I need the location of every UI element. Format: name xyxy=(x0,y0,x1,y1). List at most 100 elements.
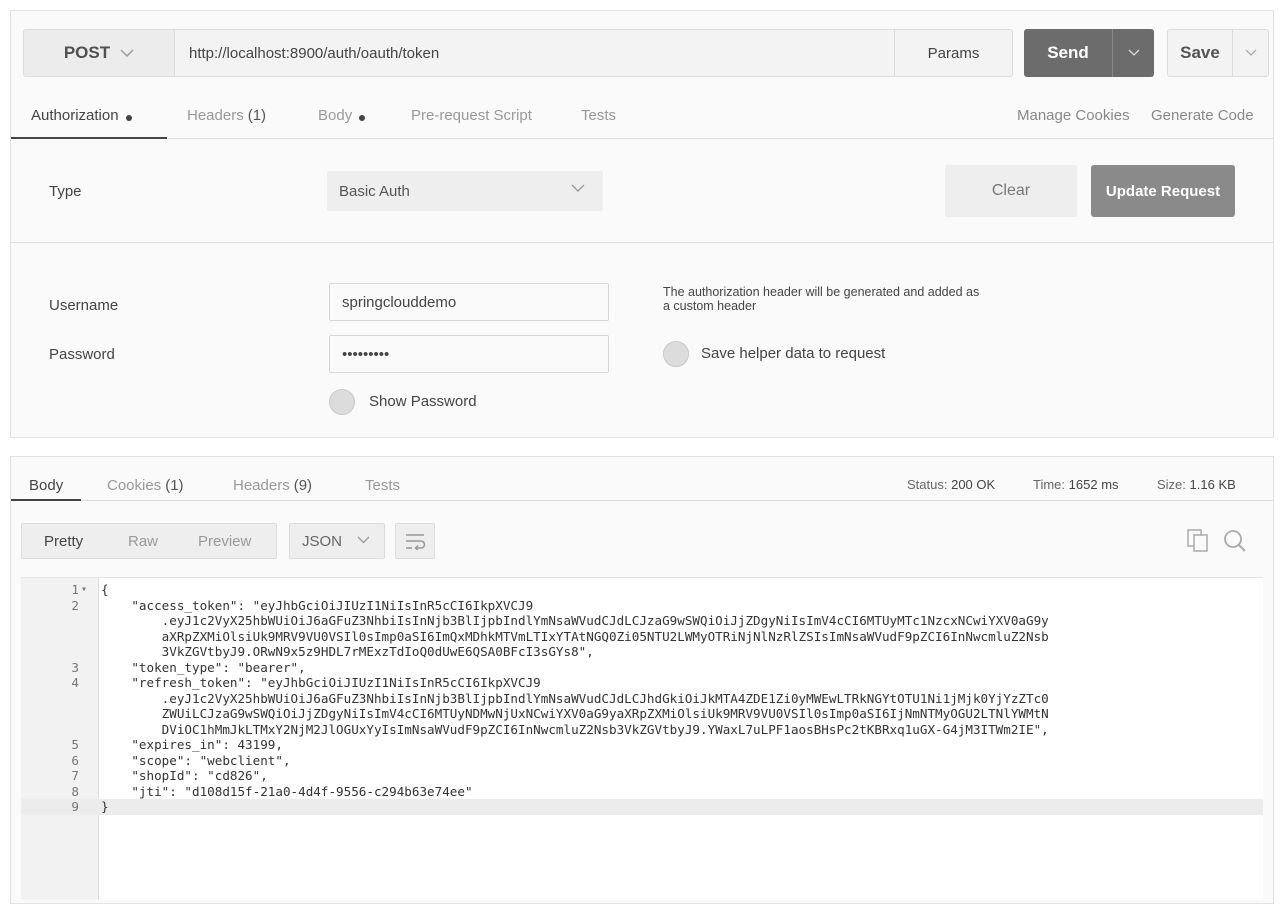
username-label: Username xyxy=(49,297,119,314)
save-helper-label: Save helper data to request xyxy=(701,345,886,362)
tab-count: (1) xyxy=(165,477,184,494)
send-label: Send xyxy=(1047,43,1089,62)
url-bar: POST http://localhost:8900/auth/oauth/to… xyxy=(23,29,1269,77)
code-text: .eyJ1c2VyX25hbWUiOiJ6aGFuZ3NhbiIsInNjb3B… xyxy=(101,690,1049,706)
tab-headers[interactable]: Headers (1) xyxy=(187,105,266,139)
time-label: Time: xyxy=(1033,477,1066,492)
helper-text: The authorization header will be generat… xyxy=(663,285,980,313)
code-text: "access_token": "eyJhbGciOiJIUzI1NiIsInR… xyxy=(101,597,534,613)
code-text: "expires_in": 43199, xyxy=(101,737,283,752)
line-number: 4 xyxy=(71,675,79,690)
update-request-button[interactable]: Update Request xyxy=(1091,165,1235,217)
code-line: .eyJ1c2VyX25hbWUiOiJ6aGFuZ3NhbiIsInNjb3B… xyxy=(21,691,1263,707)
tab-label: Tests xyxy=(365,477,401,494)
clear-button[interactable]: Clear xyxy=(945,165,1077,217)
tab-response-tests[interactable]: Tests xyxy=(365,477,400,501)
code-text: "refresh_token": "eyJhbGciOiJIUzI1NiIsIn… xyxy=(101,675,541,690)
code-line: 5 "expires_in": 43199, xyxy=(21,737,1263,753)
code-text: DViOC1hMmJkLTMxY2NjM2JlOGUxYyIsImNsaWVud… xyxy=(101,721,1049,737)
format-select[interactable]: JSON xyxy=(289,523,385,559)
code-text: "token_type": "bearer", xyxy=(101,659,306,675)
code-text: } xyxy=(101,799,109,814)
code-text: 3VkZGVtbyJ9.ORwN9x5z9HDL7rMExzTdIoQ0dUwE… xyxy=(101,644,594,659)
response-code-editor[interactable]: 1 ▾ {2 "access_token": "eyJhbGciOiJIUzI1Ni… xyxy=(21,577,1263,900)
line-number: 9 xyxy=(71,799,79,814)
code-line: 7 "shopId": "cd826", xyxy=(21,768,1263,784)
time-info: Time: 1652 ms xyxy=(1033,477,1119,492)
line-number: 7 xyxy=(71,768,79,783)
line-number: 5 xyxy=(71,737,79,752)
fold-toggle-icon[interactable]: ▾ xyxy=(81,582,87,598)
method-label: POST xyxy=(63,43,111,62)
word-wrap-button[interactable] xyxy=(395,523,435,559)
size-label: Size: xyxy=(1157,477,1186,492)
time-value: 1652 ms xyxy=(1068,477,1119,492)
manage-cookies-link[interactable]: Manage Cookies xyxy=(1017,107,1130,124)
tab-pre-request-script[interactable]: Pre-request Script xyxy=(411,105,532,139)
code-text: "shopId": "cd826", xyxy=(101,768,268,783)
username-input[interactable]: springclouddemo xyxy=(329,283,609,321)
status-value: 200 OK xyxy=(951,477,996,492)
view-pretty[interactable]: Pretty xyxy=(44,524,83,558)
status-label: Status: xyxy=(907,477,948,492)
send-dropdown-chevron-icon[interactable] xyxy=(1112,29,1154,77)
view-mode-segmented: Pretty Raw Preview xyxy=(21,523,277,559)
modified-dot-icon xyxy=(125,115,132,121)
params-button[interactable]: Params xyxy=(895,29,1013,77)
code-line: 4 "refresh_token": "eyJhbGciOiJIUzI1NiIs… xyxy=(21,675,1263,691)
save-label: Save xyxy=(1180,43,1220,62)
tab-authorization[interactable]: Authorization xyxy=(11,105,167,139)
send-button[interactable]: Send xyxy=(1024,29,1154,77)
tab-response-headers[interactable]: Headers (9) xyxy=(233,477,312,501)
code-line: 3 "token_type": "bearer", xyxy=(21,660,1263,676)
tab-label: Pre-request Script xyxy=(411,107,532,124)
tab-label: Cookies xyxy=(107,477,162,494)
code-text: ZWUiLCJzaG9wSWQiOiJjZDgyNiIsImV4cCI6MTUy… xyxy=(101,706,1049,721)
code-line: 8 "jti": "d108d15f-21a0-4d4f-9556-c294b6… xyxy=(21,784,1263,800)
response-panel: Body Cookies (1) Headers (9) Tests Status:… xyxy=(10,456,1274,904)
code-line: aXRpZXMiOlsiUk9MRV9VU0VSIl0sImp0aSI6ImQx… xyxy=(21,629,1263,645)
code-line: 1 ▾ { xyxy=(21,582,1263,598)
line-number: 6 xyxy=(71,752,79,768)
size-value: 1.16 KB xyxy=(1189,477,1236,492)
code-text: "scope": "webclient", xyxy=(101,752,291,768)
generate-code-link[interactable]: Generate Code xyxy=(1151,107,1254,124)
format-value: JSON xyxy=(302,532,343,550)
search-icon[interactable] xyxy=(1223,529,1247,558)
save-helper-toggle[interactable] xyxy=(663,341,689,367)
save-dropdown-chevron-icon[interactable] xyxy=(1232,30,1268,76)
code-line: ZWUiLCJzaG9wSWQiOiJjZDgyNiIsImV4cCI6MTUy… xyxy=(21,706,1263,722)
response-tabs: Body Cookies (1) Headers (9) Tests Status:… xyxy=(11,457,1273,501)
line-number: 8 xyxy=(71,783,79,799)
code-text: "jti": "d108d15f-21a0-4d4f-9556-c294b63e… xyxy=(101,783,473,799)
chevron-down-icon xyxy=(357,532,370,547)
tab-label: Body xyxy=(318,107,353,124)
chevron-down-icon xyxy=(571,180,585,196)
code-text: aXRpZXMiOlsiUk9MRV9VU0VSIl0sImp0aSI6ImQx… xyxy=(101,628,1049,644)
view-preview[interactable]: Preview xyxy=(198,524,251,558)
url-input[interactable]: http://localhost:8900/auth/oauth/token xyxy=(175,29,895,77)
method-select[interactable]: POST xyxy=(23,29,175,77)
tab-label: Body xyxy=(29,477,64,494)
auth-type-select[interactable]: Basic Auth xyxy=(327,171,603,211)
tab-label: Tests xyxy=(581,107,617,124)
code-line: 9} xyxy=(21,799,1263,815)
type-label: Type xyxy=(49,183,82,200)
tab-count: (1) xyxy=(247,107,267,124)
show-password-label: Show Password xyxy=(369,393,477,410)
auth-type-row: Type Basic Auth Clear Update Request xyxy=(11,139,1273,243)
tab-body[interactable]: Body xyxy=(318,105,366,139)
save-button[interactable]: Save xyxy=(1167,29,1269,77)
tab-response-body[interactable]: Body xyxy=(11,477,81,501)
auth-type-value: Basic Auth xyxy=(339,182,410,200)
copy-icon[interactable] xyxy=(1187,529,1209,558)
line-number: 1 xyxy=(71,582,79,597)
tab-response-cookies[interactable]: Cookies (1) xyxy=(107,477,184,501)
line-number: 3 xyxy=(71,659,79,675)
password-input[interactable]: ••••••••• xyxy=(329,335,609,373)
code-line: 3VkZGVtbyJ9.ORwN9x5z9HDL7rMExzTdIoQ0dUwE… xyxy=(21,644,1263,660)
tab-tests[interactable]: Tests xyxy=(581,105,616,139)
code-text: .eyJ1c2VyX25hbWUiOiJ6aGFuZ3NhbiIsInNjb3B… xyxy=(101,613,1049,628)
show-password-toggle[interactable] xyxy=(329,389,355,415)
view-raw[interactable]: Raw xyxy=(128,524,158,558)
